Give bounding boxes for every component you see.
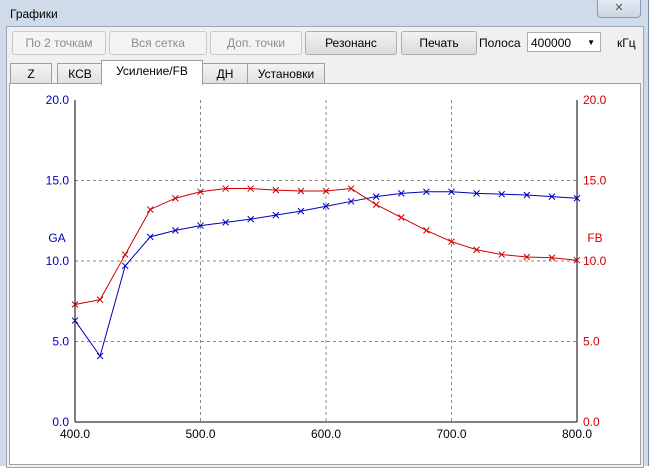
graphs-window: Графики ✕ По 2 точкам Вся сетка Доп. точ… [0, 0, 649, 468]
x-tick-label: 600.0 [311, 427, 341, 441]
y-left-tick-label: 10.0 [46, 254, 70, 268]
client-area: По 2 точкам Вся сетка Доп. точки Резонан… [6, 26, 644, 468]
y-right-tick-label: 20.0 [583, 93, 607, 107]
x-tick-label: 400.0 [60, 427, 90, 441]
y-left-label: GA [48, 231, 65, 245]
data-point-fb [121, 251, 129, 258]
data-point-ga [146, 233, 154, 241]
y-right-tick-label: 15.0 [583, 174, 607, 188]
y-left-tick-label: 20.0 [46, 93, 70, 107]
y-right-tick-label: 5.0 [583, 335, 600, 349]
y-right-tick-label: 10.0 [583, 254, 607, 268]
data-point-fb [423, 227, 430, 234]
chart-panel: 0.0 0.0 5.0 5.0 10.0 10.0 15.0 15.0 20.0 20.0 400.… [9, 83, 641, 465]
x-tick-label: 800.0 [562, 427, 592, 441]
data-point-ga [121, 262, 129, 270]
y-right-label: FB [587, 231, 602, 245]
data-point-ga [96, 352, 104, 360]
y-left-tick-label: 15.0 [46, 174, 70, 188]
data-point-fb [397, 214, 405, 221]
data-point-fb [172, 194, 179, 202]
data-point-fb [372, 201, 380, 209]
y-left-tick-label: 5.0 [52, 335, 69, 349]
x-tick-label: 700.0 [436, 427, 466, 441]
tab-gain-fb[interactable]: Усиление/FB [101, 60, 203, 85]
x-tick-label: 500.0 [185, 427, 215, 441]
data-point-fb [146, 206, 154, 213]
